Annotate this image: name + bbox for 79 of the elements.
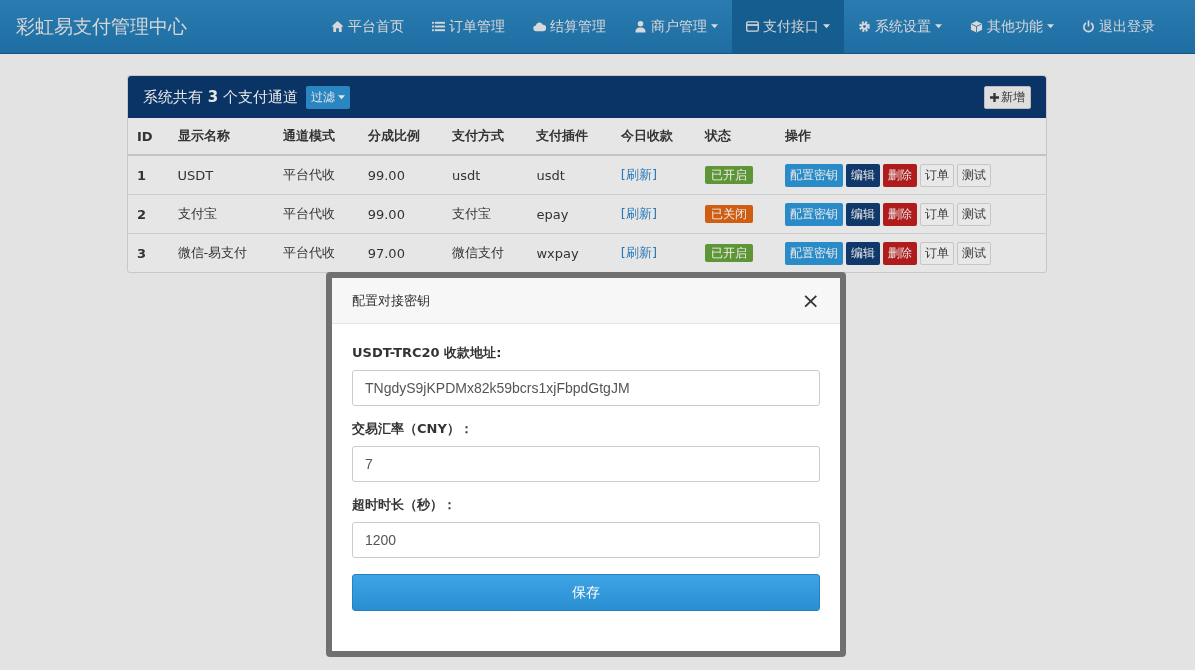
filter-button[interactable]: 过滤 [306, 85, 350, 109]
action-button[interactable]: 测试 [956, 202, 991, 226]
column-header: 支付方式 [443, 118, 528, 155]
list-icon [432, 20, 445, 33]
caret-icon [338, 94, 345, 100]
brand-title[interactable]: 彩虹易支付管理中心 [16, 13, 187, 40]
user-icon [634, 20, 647, 33]
input-field[interactable]: 7 [352, 446, 820, 482]
nav-item[interactable]: 其他功能 [956, 0, 1068, 53]
credit-card-icon [746, 20, 759, 33]
nav-item[interactable]: 商户管理 [620, 0, 732, 53]
status-badge[interactable]: 已开启 [705, 165, 754, 184]
input-field[interactable]: TNgdyS9jKPDMx82k59bcrs1xjFbpdGtgJM [352, 370, 820, 406]
action-button[interactable]: 删除 [882, 163, 917, 187]
close-button[interactable]: × [801, 289, 820, 312]
input-field[interactable]: 1200 [352, 522, 820, 558]
column-header: 状态 [696, 118, 776, 155]
table-cell: 微信-易支付 [168, 233, 275, 272]
action-button[interactable]: 编辑 [845, 241, 880, 265]
refresh-link[interactable]: [刷新] [620, 245, 657, 260]
table-cell: 平台代收 [274, 155, 359, 195]
field-label: 超时时长（秒）： [352, 496, 457, 514]
action-button[interactable]: 编辑 [845, 163, 880, 187]
plus-icon [990, 92, 999, 102]
cloud-icon [533, 20, 546, 33]
table-cell: 99.00 [358, 155, 444, 195]
table-cell: usdt [443, 155, 528, 195]
refresh-link[interactable]: [刷新] [620, 206, 657, 221]
status-badge[interactable]: 已关闭 [705, 204, 754, 223]
action-button[interactable]: 订单 [919, 163, 954, 187]
column-header: 操作 [775, 118, 1046, 155]
action-button[interactable]: 订单 [919, 241, 954, 265]
home-icon [331, 20, 344, 33]
action-button[interactable]: 删除 [882, 202, 917, 226]
column-header: 今日收款 [611, 118, 697, 155]
save-button[interactable]: 保存 [352, 574, 820, 611]
caret-icon [711, 24, 718, 29]
column-header: 支付插件 [527, 118, 612, 155]
table-cell: epay [527, 194, 612, 234]
action-button[interactable]: 配置密钥 [784, 163, 843, 187]
action-button[interactable]: 配置密钥 [784, 202, 843, 226]
table-cell: 2 [128, 194, 169, 234]
field-label: USDT-TRC20 收款地址: [352, 344, 503, 362]
caret-icon [1047, 24, 1054, 29]
table-cell: 平台代收 [274, 194, 359, 234]
field-label: 交易汇率（CNY）： [352, 420, 474, 438]
table-cell: 支付宝 [168, 194, 275, 234]
column-header: 显示名称 [168, 118, 275, 155]
nav-item[interactable]: 结算管理 [519, 0, 620, 53]
action-button[interactable]: 删除 [882, 241, 917, 265]
table-cell: 支付宝 [443, 194, 528, 234]
table-cell: usdt [527, 155, 612, 195]
panel-title: 系统共有 3 个支付通道 [143, 87, 298, 107]
nav-item[interactable]: 系统设置 [844, 0, 956, 53]
power-icon [1082, 20, 1095, 33]
table-cell: 3 [128, 233, 169, 272]
status-badge[interactable]: 已开启 [705, 243, 754, 262]
nav-item[interactable]: 平台首页 [317, 0, 418, 53]
action-button[interactable]: 测试 [956, 241, 991, 265]
action-button[interactable]: 编辑 [845, 202, 880, 226]
column-header: 通道模式 [274, 118, 359, 155]
nav-item[interactable]: 订单管理 [418, 0, 519, 53]
settings-icon [858, 20, 871, 33]
column-header: 分成比例 [358, 118, 444, 155]
add-button[interactable]: 新增 [984, 85, 1031, 109]
nav-item[interactable]: 退出登录 [1068, 0, 1169, 53]
table-cell: USDT [168, 155, 275, 195]
nav-item[interactable]: 支付接口 [732, 0, 844, 53]
cube-icon [970, 20, 983, 33]
action-button[interactable]: 测试 [956, 163, 991, 187]
refresh-link[interactable]: [刷新] [620, 167, 657, 182]
column-header: ID [128, 118, 169, 155]
modal-title: 配置对接密钥 [352, 291, 430, 310]
table-cell: 1 [128, 155, 169, 195]
table-cell: 99.00 [358, 194, 444, 234]
action-button[interactable]: 订单 [919, 202, 954, 226]
action-button[interactable]: 配置密钥 [784, 241, 843, 265]
caret-icon [823, 24, 830, 29]
caret-icon [935, 24, 942, 29]
